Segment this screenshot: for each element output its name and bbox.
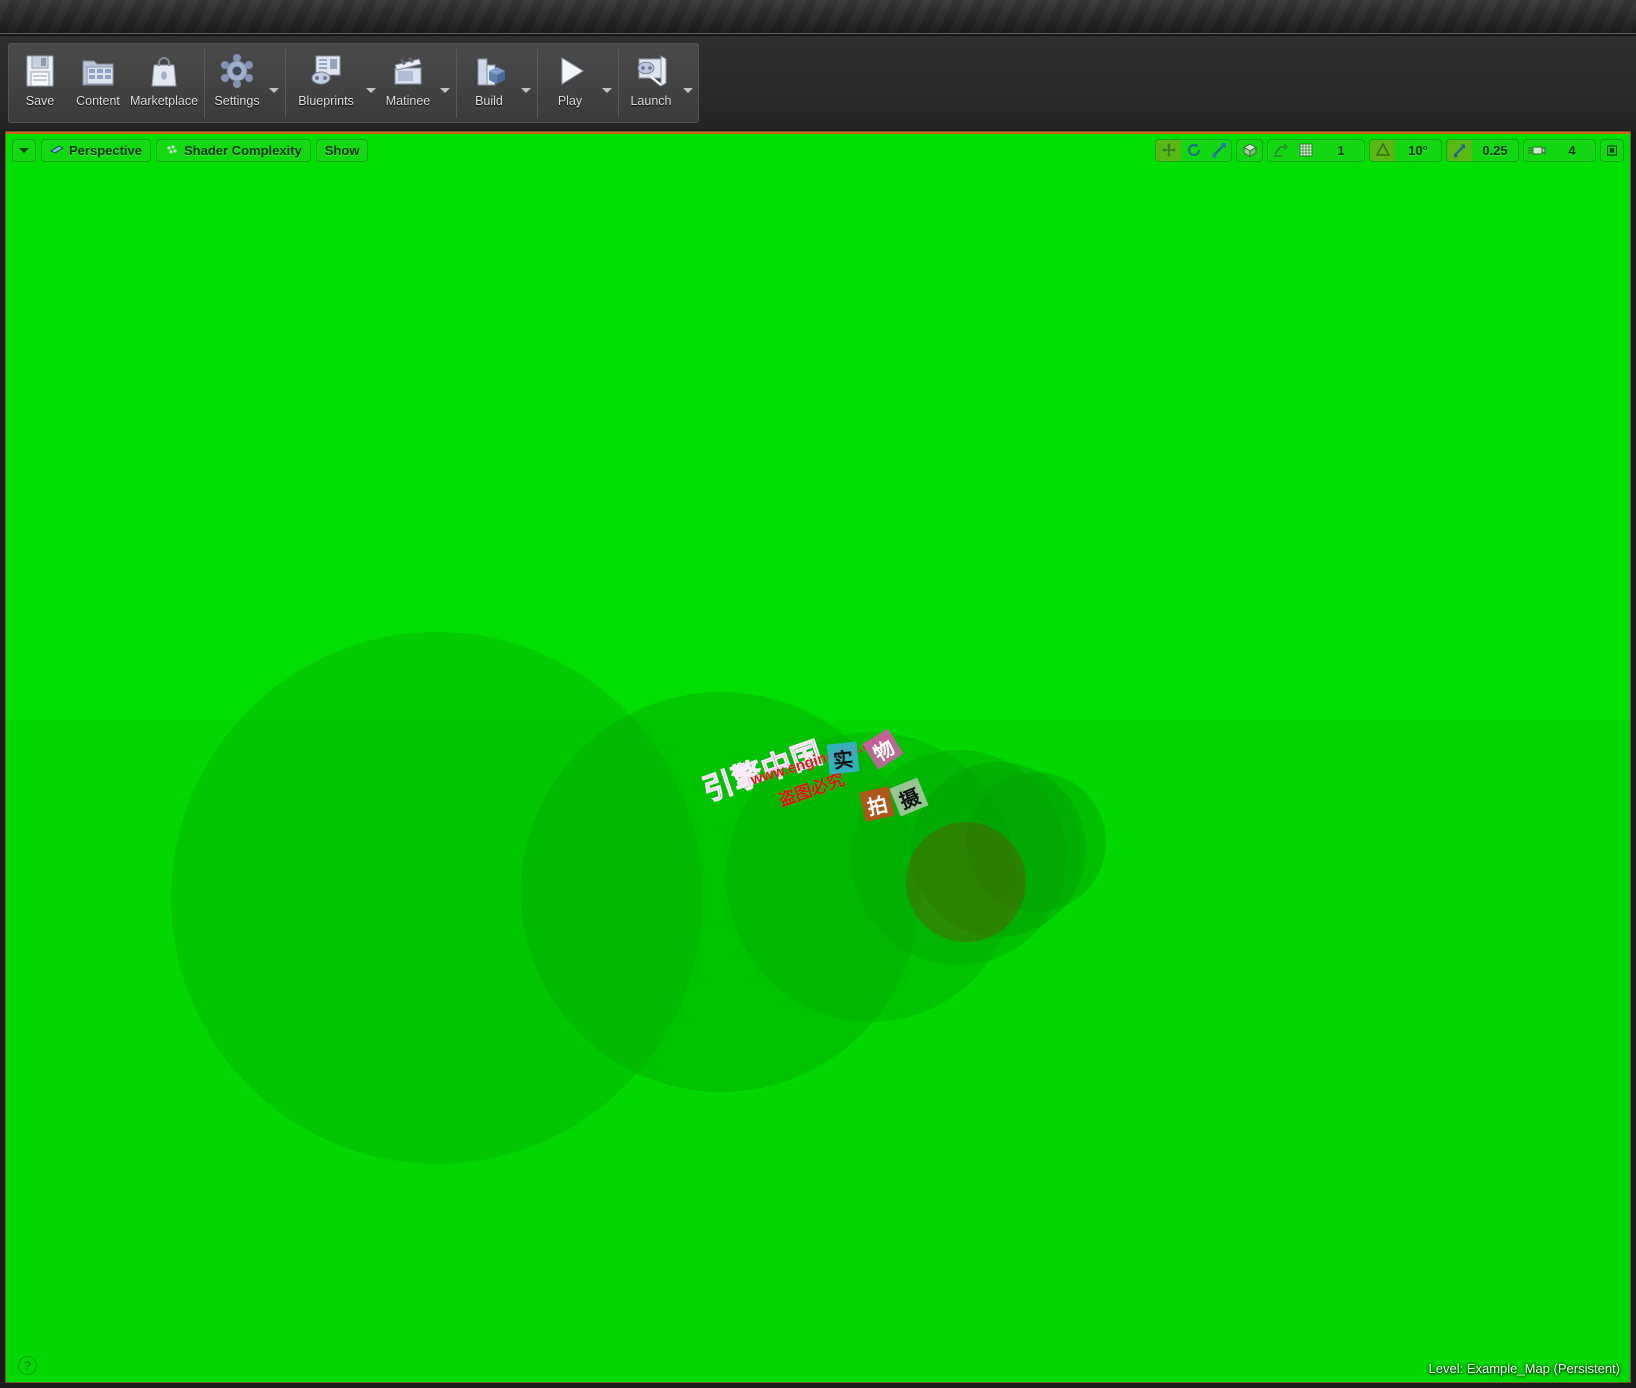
matinee-dropdown-arrow[interactable] xyxy=(437,44,453,122)
rotation-snap-value[interactable]: 10° xyxy=(1395,140,1441,161)
toolbar-separator xyxy=(537,48,538,118)
toolbar-label: Settings xyxy=(214,94,260,108)
snapping-group: 1 xyxy=(1267,138,1365,162)
toolbar-label: Content xyxy=(76,94,120,108)
build-dropdown-arrow[interactable] xyxy=(518,44,534,122)
toolbar-button-build[interactable]: Build xyxy=(460,44,518,122)
shader-complexity-hotspot xyxy=(906,822,1026,942)
coordinate-system-group xyxy=(1236,138,1263,162)
toolbar-separator xyxy=(618,48,619,118)
marketplace-icon xyxy=(144,51,184,91)
scale-snap-group: 0.25 xyxy=(1446,138,1519,162)
view-mode-button[interactable]: Shader Complexity xyxy=(156,138,311,162)
save-icon xyxy=(20,51,60,91)
coordinate-system-button[interactable] xyxy=(1237,140,1262,161)
launch-icon xyxy=(631,51,671,91)
scale-tool-button[interactable] xyxy=(1206,140,1231,161)
grid-size-value[interactable]: 1 xyxy=(1318,140,1364,161)
settings-dropdown-arrow[interactable] xyxy=(266,44,282,122)
toolbar-button-launch[interactable]: Launch xyxy=(622,44,680,122)
toolbar-button-blueprints[interactable]: Blueprints xyxy=(289,44,363,122)
camera-speed-icon xyxy=(1527,146,1545,155)
toolbar-label: Blueprints xyxy=(298,94,354,108)
toolbar-label: Matinee xyxy=(385,94,431,108)
viewport-scene xyxy=(6,132,1630,1382)
level-viewport[interactable]: 引擎中国 www.engineclix.com 盗图必究 实 物 拍 摄 Per… xyxy=(5,131,1631,1383)
matinee-icon xyxy=(388,51,428,91)
main-toolbar-background: Save Content Marketplace Settings Bluepr… xyxy=(0,35,1636,130)
transform-tools-group xyxy=(1155,138,1232,162)
viewport-toolbar-right: 1 10° 0.25 4 xyxy=(1155,138,1624,162)
blueprints-dropdown-arrow[interactable] xyxy=(363,44,379,122)
toolbar-button-settings[interactable]: Settings xyxy=(208,44,266,122)
camera-speed-value[interactable]: 4 xyxy=(1549,140,1595,161)
translate-tool-button[interactable] xyxy=(1156,139,1181,161)
show-menu-button[interactable]: Show xyxy=(315,138,369,162)
viewport-status-text: Level: Example_Map (Persistent) xyxy=(1428,1361,1620,1376)
chevron-down-icon xyxy=(602,87,612,93)
chevron-down-icon xyxy=(440,87,450,93)
maximize-icon xyxy=(1607,144,1617,156)
toolbar-label: Launch xyxy=(630,94,672,108)
grid-snap-button[interactable] xyxy=(1293,140,1318,161)
rotate-icon xyxy=(1187,143,1200,156)
toolbar-button-matinee[interactable]: Matinee xyxy=(379,44,437,122)
toolbar-button-play[interactable]: Play xyxy=(541,44,599,122)
camera-mode-label: Perspective xyxy=(69,142,142,158)
launch-dropdown-arrow[interactable] xyxy=(680,44,696,122)
angle-snap-icon xyxy=(1375,142,1390,156)
camera-speed-group: 4 xyxy=(1523,138,1596,162)
toolbar-label: Build xyxy=(475,94,503,108)
surface-snap-icon xyxy=(1273,143,1288,157)
window-title-bar xyxy=(0,0,1636,34)
perspective-camera-icon xyxy=(50,145,64,154)
world-space-icon xyxy=(1242,143,1257,158)
toolbar-label: Play xyxy=(557,94,583,108)
shader-complexity-icon xyxy=(167,145,177,154)
chevron-down-icon xyxy=(366,87,376,93)
toolbar-button-marketplace[interactable]: Marketplace xyxy=(127,44,201,122)
surface-snap-button[interactable] xyxy=(1268,140,1293,161)
toolbar-label: Save xyxy=(25,94,55,108)
scale-snap-button[interactable] xyxy=(1447,139,1472,161)
grid-snap-icon xyxy=(1299,143,1312,157)
scale-icon xyxy=(1212,143,1226,158)
chevron-down-icon xyxy=(19,147,29,153)
maximize-viewport-button[interactable] xyxy=(1600,138,1624,162)
play-icon xyxy=(550,51,590,91)
blueprints-icon xyxy=(306,51,346,91)
rotation-snap-button[interactable] xyxy=(1370,139,1395,161)
toolbar-label: Marketplace xyxy=(129,94,199,108)
toolbar-button-content[interactable]: Content xyxy=(69,44,127,122)
viewport-help-icon[interactable]: ? xyxy=(18,1356,37,1375)
camera-mode-button[interactable]: Perspective xyxy=(41,138,151,162)
chevron-down-icon xyxy=(269,87,279,93)
rotation-snap-group: 10° xyxy=(1369,138,1442,162)
translate-icon xyxy=(1161,143,1176,157)
toolbar-separator xyxy=(204,48,205,118)
chevron-down-icon xyxy=(521,87,531,93)
scale-snap-value[interactable]: 0.25 xyxy=(1472,140,1518,161)
toolbar-separator xyxy=(285,48,286,118)
build-icon xyxy=(469,51,509,91)
camera-speed-button[interactable] xyxy=(1524,140,1549,161)
viewport-options-menu[interactable] xyxy=(12,138,36,162)
view-mode-label: Shader Complexity xyxy=(184,142,302,158)
chevron-down-icon xyxy=(683,87,693,93)
toolbar-button-save[interactable]: Save xyxy=(11,44,69,122)
viewport-toolbar-left: Perspective Shader Complexity Show xyxy=(12,138,369,162)
unreal-editor-window: Save Content Marketplace Settings Bluepr… xyxy=(0,0,1636,1388)
title-bar-gloss xyxy=(0,0,1636,34)
rotate-tool-button[interactable] xyxy=(1181,140,1206,161)
main-toolbar: Save Content Marketplace Settings Bluepr… xyxy=(8,43,699,123)
scale-snap-icon xyxy=(1453,144,1465,158)
play-dropdown-arrow[interactable] xyxy=(599,44,615,122)
show-menu-label: Show xyxy=(324,142,360,158)
toolbar-separator xyxy=(456,48,457,118)
content-icon xyxy=(78,51,118,91)
settings-icon xyxy=(217,51,257,91)
